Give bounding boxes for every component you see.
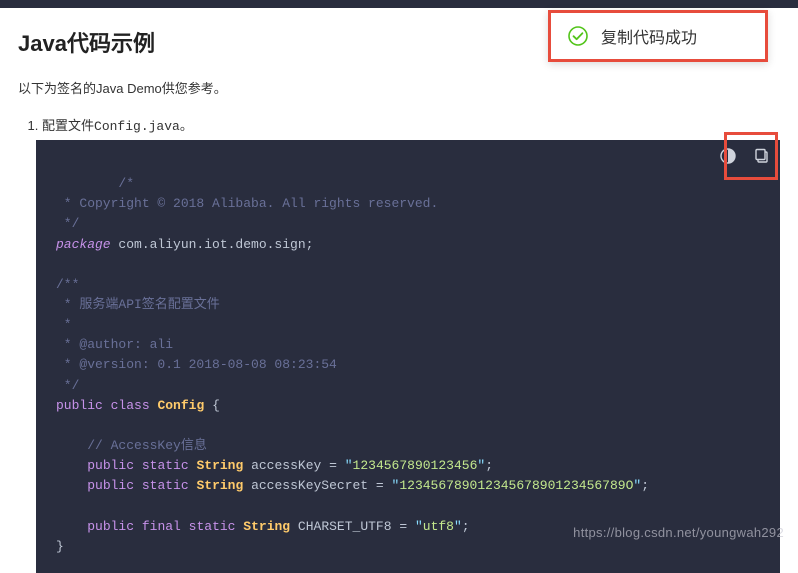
code-keyword: static (142, 478, 189, 493)
code-keyword: public (87, 519, 134, 534)
code-punct: = (376, 478, 384, 493)
list-item-prefix: 配置文件 (42, 118, 94, 133)
toast-text: 复制代码成功 (601, 24, 697, 48)
code-var: accessKey (243, 458, 329, 473)
article-content: Java代码示例 以下为签名的Java Demo供您参考。 配置文件Config… (0, 8, 798, 573)
code-type: String (243, 519, 290, 534)
code-comment: * @author: ali (56, 337, 173, 352)
intro-text: 以下为签名的Java Demo供您参考。 (18, 78, 780, 97)
code-punct: { (204, 398, 220, 413)
code-comment: * Copyright © 2018 Alibaba. All rights r… (56, 196, 438, 211)
code-punct: ; (641, 478, 649, 493)
code-comment: */ (56, 378, 79, 393)
list-item-filename: Config.java (94, 119, 180, 134)
steps-list: 配置文件Config.java。 /* * Copyright © 2018 A… (18, 115, 780, 573)
code-comment: * 服务端API签名配置文件 (56, 297, 220, 312)
code-comment: * @version: 0.1 2018-08-08 08:23:54 (56, 357, 337, 372)
code-keyword: public (87, 458, 134, 473)
code-punct: = (399, 519, 407, 534)
toggle-theme-icon[interactable] (718, 146, 738, 166)
code-var: accessKeySecret (243, 478, 376, 493)
code-var: CHARSET_UTF8 (290, 519, 399, 534)
code-package: com.aliyun.iot.demo.sign (111, 237, 306, 252)
code-keyword: public (87, 478, 134, 493)
code-punct: } (56, 539, 64, 554)
code-actions (718, 146, 772, 166)
code-string: 1234567890123456 (353, 458, 478, 473)
copy-icon[interactable] (752, 146, 772, 166)
code-comment: * (56, 317, 72, 332)
code-punct: ; (485, 458, 493, 473)
code-type: String (196, 478, 243, 493)
list-item-suffix: 。 (180, 118, 193, 133)
code-keyword: class (111, 398, 150, 413)
code-comment: */ (56, 216, 79, 231)
code-classname: Config (157, 398, 204, 413)
code-comment: /* (118, 176, 134, 191)
code-comment: // AccessKey信息 (87, 438, 207, 453)
window-top-bar (0, 0, 798, 8)
code-keyword: final (142, 519, 181, 534)
toast-notification: 复制代码成功 (548, 10, 768, 62)
code-keyword: static (142, 458, 189, 473)
code-punct: ; (462, 519, 470, 534)
code-type: String (196, 458, 243, 473)
code-block: /* * Copyright © 2018 Alibaba. All right… (36, 140, 780, 573)
code-keyword: static (189, 519, 236, 534)
code-keyword: package (56, 237, 111, 252)
code-punct: ; (306, 237, 314, 252)
code-string: 12345678901234567890123456789O (399, 478, 633, 493)
watermark: https://blog.csdn.net/youngwah292 (573, 525, 784, 540)
code-punct: = (329, 458, 337, 473)
code-keyword: public (56, 398, 103, 413)
code-quote: " (415, 519, 423, 534)
code-comment: /** (56, 277, 79, 292)
list-item: 配置文件Config.java。 /* * Copyright © 2018 A… (42, 115, 780, 573)
code-quote: " (454, 519, 462, 534)
code-string: utf8 (423, 519, 454, 534)
code-quote: " (345, 458, 353, 473)
success-icon (567, 25, 589, 47)
